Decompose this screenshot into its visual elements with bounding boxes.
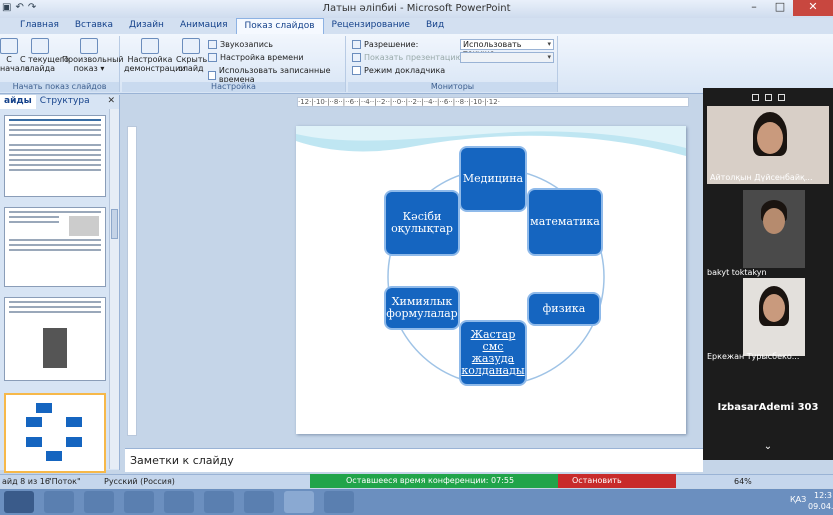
node-youth-sms[interactable]: Жастар смс жазуда колданады <box>459 320 527 386</box>
resolution-label: Разрешение: <box>352 40 418 49</box>
scrollbar-thumb[interactable] <box>111 209 118 239</box>
tab-review[interactable]: Рецензирование <box>324 18 418 34</box>
presenter-view-checkbox[interactable]: Режим докладчика <box>352 66 445 75</box>
hide-slide-button[interactable]: Скрыть слайд <box>176 38 207 73</box>
video-panel: Айтолқын Дүйсенбайқ... bakyt toktakyn Ер… <box>703 88 833 460</box>
vertical-ruler <box>127 126 137 436</box>
setup-show-button[interactable]: Настройка демонстрации <box>124 38 186 73</box>
pane-tabs: айды Структура ✕ <box>0 95 119 109</box>
monitor-icon <box>352 40 361 49</box>
horizontal-ruler: ·12·|·10·|··8··|··6··|··4··|··2··|··0··|… <box>297 97 689 107</box>
tab-insert[interactable]: Вставка <box>67 18 121 34</box>
slide-canvas[interactable]: Медицина математика физика Жастар смс жа… <box>296 126 686 434</box>
group-start-show: С начала С текущего слайда Произвольный … <box>0 36 124 92</box>
start-button[interactable] <box>4 491 34 513</box>
tab-outline[interactable]: Структура <box>36 95 94 109</box>
pane-close-button[interactable]: ✕ <box>103 95 119 109</box>
checkbox-checked-icon <box>208 70 216 80</box>
zoom-level[interactable]: 64% <box>734 477 752 486</box>
keyboard-language[interactable]: ҚАЗ <box>790 495 806 504</box>
record-narration-button[interactable]: Звукозапись <box>208 40 273 49</box>
window-controls: – □ ✕ <box>741 0 833 16</box>
custom-show-button[interactable]: Произвольный показ ▾ <box>62 38 124 73</box>
notes-area[interactable]: Заметки к слайду <box>125 448 703 472</box>
slide-thumbnail-selected[interactable] <box>4 393 106 473</box>
tab-home[interactable]: Главная <box>12 18 67 34</box>
speaker-view-icon[interactable] <box>764 93 772 101</box>
group-monitors: Разрешение: Использовать текуще... Показ… <box>348 36 558 92</box>
ribbon: С начала С текущего слайда Произвольный … <box>0 34 833 94</box>
slides-pane: айды Структура ✕ <box>0 95 120 473</box>
node-professional-books[interactable]: Кәсіби оқулықтар <box>384 190 460 256</box>
media-player-icon[interactable] <box>84 491 114 513</box>
excel-icon[interactable] <box>244 491 274 513</box>
show-on-dropdown[interactable] <box>460 52 554 63</box>
custom-show-icon <box>80 38 98 54</box>
group-label: Мониторы <box>348 82 557 92</box>
taskbar: ҚАЗ 12:3 09.04.2 <box>0 489 833 515</box>
checkbox-icon <box>352 66 361 75</box>
clock-time[interactable]: 12:3 <box>814 491 832 500</box>
video-layout-controls <box>703 88 833 106</box>
clock-icon <box>208 53 217 62</box>
group-label: Настройка <box>122 82 345 92</box>
from-start-button[interactable]: С начала <box>0 38 30 73</box>
word-icon[interactable] <box>204 491 234 513</box>
conference-timer-bar: Оставшееся время конференции: 07:55 <box>310 474 560 488</box>
participant-video[interactable]: Айтолқын Дүйсенбайқ... <box>707 106 829 184</box>
participant-video[interactable] <box>743 278 805 356</box>
title-bar: ▣ ↶ ↷ Латын әліпбиі - Microsoft PowerPoi… <box>0 0 833 18</box>
group-label: Начать показ слайдов <box>0 82 119 92</box>
hide-slide-icon <box>182 38 200 54</box>
grid-view-icon[interactable] <box>777 93 785 101</box>
node-chemical-formulas[interactable]: Химиялык формулалар <box>384 286 460 330</box>
participant-name-tile[interactable]: IzbasarAdemi 303 <box>703 402 833 413</box>
explorer-icon[interactable] <box>44 491 74 513</box>
microphone-icon <box>208 40 217 49</box>
current-slide-icon <box>31 38 49 54</box>
rehearse-timings-button[interactable]: Настройка времени <box>208 53 304 62</box>
node-medicine[interactable]: Медицина <box>459 146 527 212</box>
stop-share-button[interactable]: Остановить демонстрацию <box>558 474 676 499</box>
gallery-view-icon[interactable] <box>751 93 759 101</box>
show-on-label: Показать презентацию на: <box>352 53 478 62</box>
pane-scrollbar[interactable] <box>109 109 119 469</box>
language-indicator[interactable]: Русский (Россия) <box>104 477 175 486</box>
slide-thumbnail[interactable] <box>4 207 106 287</box>
maximize-button[interactable]: □ <box>767 0 793 16</box>
tab-slides[interactable]: айды <box>0 95 36 109</box>
powerpoint-icon[interactable] <box>284 491 314 513</box>
minimize-button[interactable]: – <box>741 0 767 16</box>
window-title: Латын әліпбиі - Microsoft PowerPoint <box>322 3 511 14</box>
tab-animation[interactable]: Анимация <box>172 18 236 34</box>
slide-counter: айд 8 из 16 <box>2 477 50 486</box>
from-current-button[interactable]: С текущего слайда <box>20 38 69 73</box>
close-button[interactable]: ✕ <box>793 0 833 16</box>
tab-slideshow[interactable]: Показ слайдов <box>235 18 324 34</box>
resolution-dropdown[interactable]: Использовать текуще... <box>460 39 554 58</box>
slide-thumbnail[interactable] <box>4 297 106 381</box>
participant-video[interactable] <box>743 190 805 268</box>
group-setup: Настройка демонстрации Скрыть слайд Звук… <box>122 36 346 92</box>
theme-name: "Поток" <box>48 477 81 486</box>
setup-icon <box>141 38 159 54</box>
yandex-icon[interactable] <box>124 491 154 513</box>
tab-view[interactable]: Вид <box>418 18 452 34</box>
participant-name: Айтолқын Дүйсенбайқ... <box>710 173 813 182</box>
tab-design[interactable]: Дизайн <box>121 18 172 34</box>
node-physics[interactable]: физика <box>527 292 601 326</box>
chrome-icon[interactable] <box>164 491 194 513</box>
portrait-image <box>43 328 67 368</box>
clock-date: 09.04.2 <box>808 502 833 511</box>
slide-thumbnail[interactable] <box>4 115 106 197</box>
projector-icon <box>352 53 361 62</box>
node-math[interactable]: математика <box>527 188 603 256</box>
zoom-icon[interactable] <box>324 491 354 513</box>
slide-image <box>69 216 99 236</box>
ribbon-tabs: Главная Вставка Дизайн Анимация Показ сл… <box>0 18 833 34</box>
slideshow-icon <box>0 38 18 54</box>
chevron-down-icon[interactable]: ⌄ <box>703 441 833 452</box>
